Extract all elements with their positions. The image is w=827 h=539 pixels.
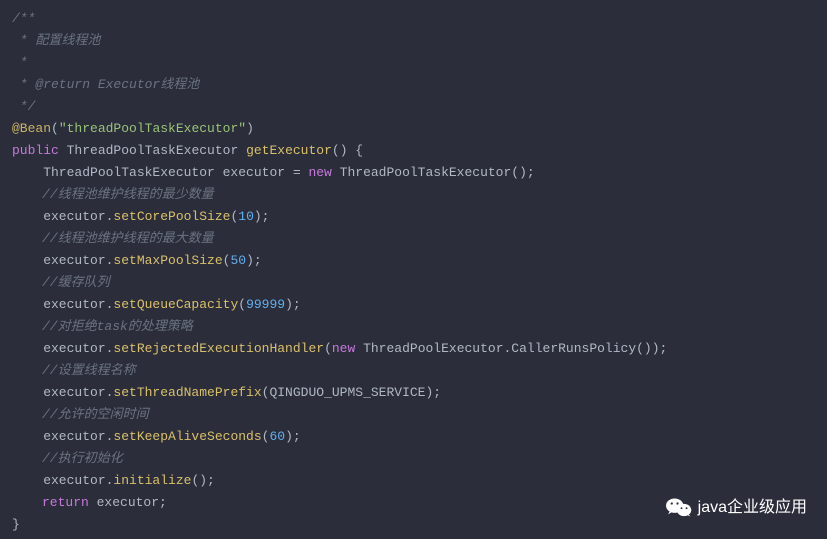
queue-capacity-value: 99999 — [246, 297, 285, 312]
core-pool-size-line: executor.setCorePoolSize(10); — [12, 206, 815, 228]
comment-thread-name: //设置线程名称 — [12, 360, 815, 382]
comment-idle: //允许的空闲时间 — [12, 404, 815, 426]
set-queue-capacity: setQueueCapacity — [113, 297, 238, 312]
code-block: /** * 配置线程池 * * @return Executor线程池 */ @… — [12, 8, 815, 536]
comment-reject: //对拒绝task的处理策略 — [12, 316, 815, 338]
initialize-line: executor.initialize(); — [12, 470, 815, 492]
executor-decl: ThreadPoolTaskExecutor executor = new Th… — [12, 162, 815, 184]
comment-min-threads: //线程池维护线程的最少数量 — [12, 184, 815, 206]
keep-alive-line: executor.setKeepAliveSeconds(60); — [12, 426, 815, 448]
javadoc-desc: * 配置线程池 — [12, 30, 815, 52]
bean-name-string: "threadPoolTaskExecutor" — [59, 121, 246, 136]
set-core-pool-size: setCorePoolSize — [113, 209, 230, 224]
bean-annotation: @Bean — [12, 121, 51, 136]
javadoc-open: /** — [12, 8, 815, 30]
max-pool-size-line: executor.setMaxPoolSize(50); — [12, 250, 815, 272]
thread-name-line: executor.setThreadNamePrefix(QINGDUO_UPM… — [12, 382, 815, 404]
return-keyword: return — [42, 495, 89, 510]
max-pool-size-value: 50 — [230, 253, 246, 268]
comment-max-threads: //线程池维护线程的最大数量 — [12, 228, 815, 250]
set-keep-alive: setKeepAliveSeconds — [113, 429, 261, 444]
rejected-handler-line: executor.setRejectedExecutionHandler(new… — [12, 338, 815, 360]
set-max-pool-size: setMaxPoolSize — [113, 253, 222, 268]
method-name: getExecutor — [246, 143, 332, 158]
method-signature: public ThreadPoolTaskExecutor getExecuto… — [12, 140, 815, 162]
return-type: ThreadPoolTaskExecutor — [67, 143, 239, 158]
set-thread-name-prefix: setThreadNamePrefix — [113, 385, 261, 400]
wechat-icon — [666, 497, 692, 519]
watermark: java企业级应用 — [666, 497, 807, 519]
keep-alive-value: 60 — [269, 429, 285, 444]
javadoc-blank: * — [12, 52, 815, 74]
initialize-call: initialize — [113, 473, 191, 488]
javadoc-return: * @return Executor线程池 — [12, 74, 815, 96]
queue-capacity-line: executor.setQueueCapacity(99999); — [12, 294, 815, 316]
set-rejected-handler: setRejectedExecutionHandler — [113, 341, 324, 356]
annotation-line: @Bean("threadPoolTaskExecutor") — [12, 118, 815, 140]
public-keyword: public — [12, 143, 59, 158]
comment-init: //执行初始化 — [12, 448, 815, 470]
watermark-text: java企业级应用 — [698, 497, 807, 519]
javadoc-close: */ — [12, 96, 815, 118]
core-pool-size-value: 10 — [238, 209, 254, 224]
comment-queue: //缓存队列 — [12, 272, 815, 294]
new-keyword: new — [308, 165, 331, 180]
